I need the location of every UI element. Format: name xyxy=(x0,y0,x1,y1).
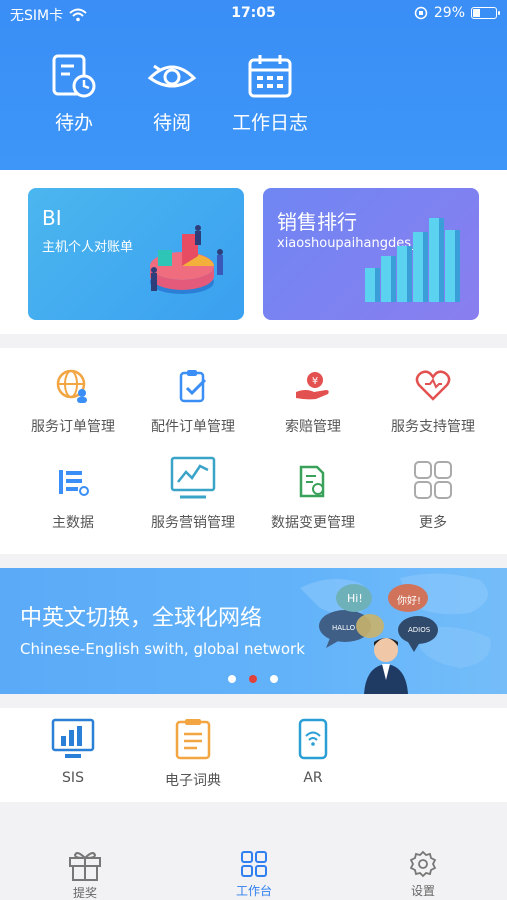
tool-row: SIS 电子词典 AR xyxy=(0,708,507,802)
grid-item-claims[interactable]: ¥ 索赔管理 xyxy=(250,366,376,436)
bar-chart-monitor-icon xyxy=(51,718,95,758)
tool-item-label: AR xyxy=(303,770,323,786)
world-map-illustration-icon xyxy=(300,573,491,694)
quick-action-worklog[interactable]: 工作日志 xyxy=(228,52,312,135)
quick-actions: 待办 待阅 工作日志 xyxy=(0,52,507,162)
calendar-icon xyxy=(248,55,292,98)
tab-label: 提奖 xyxy=(72,886,97,900)
todo-clock-icon xyxy=(52,54,96,98)
battery-icon xyxy=(471,7,500,19)
card-title: BI xyxy=(42,206,62,230)
grid-item-label: 主数据 xyxy=(52,515,94,531)
tool-item-sis[interactable]: SIS xyxy=(10,718,136,786)
status-bar: 无SIM卡 17:05 29% xyxy=(0,0,507,28)
globe-person-icon xyxy=(56,369,87,403)
quick-action-label: 工作日志 xyxy=(231,112,308,134)
gift-icon xyxy=(69,852,101,881)
grid-item-label: 服务营销管理 xyxy=(151,515,235,531)
grid-item-master-data[interactable]: 主数据 xyxy=(10,462,136,532)
grid-item-label: 服务支持管理 xyxy=(391,419,475,435)
grid-item-label: 更多 xyxy=(419,515,447,531)
grid-item-label: 数据变更管理 xyxy=(271,515,355,531)
tool-item-ar[interactable]: AR xyxy=(250,718,376,786)
quick-action-label: 待阅 xyxy=(152,112,191,134)
pie-chart-illustration-icon xyxy=(150,225,223,294)
header: 无SIM卡 17:05 29% 待办 待阅 工作日志 xyxy=(0,0,507,170)
heart-icon xyxy=(415,370,451,401)
tab-label: 设置 xyxy=(410,884,435,898)
carousel-dot-active[interactable] xyxy=(249,675,257,683)
banner-subtitle: Chinese-English swith, global network xyxy=(20,640,305,658)
grid-item-service-order[interactable]: 服务订单管理 xyxy=(10,366,136,436)
grid-icon xyxy=(241,851,267,877)
sales-ranking-card[interactable]: 销售排行 xiaoshoupaihangdes_C xyxy=(263,188,479,320)
quick-action-label: 待办 xyxy=(54,112,93,134)
tab-workbench[interactable]: 工作台 xyxy=(204,848,304,899)
bubble-text-hi: Hi! xyxy=(347,592,363,605)
bar-blocks-illustration-icon xyxy=(365,218,460,302)
gear-icon xyxy=(409,850,437,878)
hand-money-icon: ¥ xyxy=(296,372,329,400)
bottom-tab-bar: 提奖 工作台 设置 xyxy=(0,840,507,900)
list-gear-icon xyxy=(59,470,89,496)
report-cards: BI 主机个人对账单 销售排行 xiaoshoupaihangdes_C xyxy=(0,170,507,334)
clipboard-check-icon xyxy=(179,370,207,403)
grid-item-data-change[interactable]: 数据变更管理 xyxy=(250,462,376,532)
grid-item-service-support[interactable]: 服务支持管理 xyxy=(370,366,496,436)
tool-item-label: SIS xyxy=(62,770,84,786)
bi-card[interactable]: BI 主机个人对账单 xyxy=(28,188,244,320)
grid-item-label: 服务订单管理 xyxy=(31,419,115,435)
tab-label: 工作台 xyxy=(235,884,272,898)
promo-banner[interactable]: Hi! 你好! HALLO ADIOS 中英文切换，全球化网络 Chinese-… xyxy=(0,568,507,694)
tab-settings[interactable]: 设置 xyxy=(373,848,473,899)
grid-item-service-marketing[interactable]: 服务营销管理 xyxy=(130,454,256,532)
grid-item-parts-order[interactable]: 配件订单管理 xyxy=(130,366,256,436)
quick-action-read[interactable]: 待阅 xyxy=(142,52,202,135)
tool-item-label: 电子词典 xyxy=(165,773,221,789)
tab-reward[interactable]: 提奖 xyxy=(35,848,135,900)
eye-icon xyxy=(147,64,197,88)
grid-item-more[interactable]: 更多 xyxy=(370,458,496,532)
grid-item-label: 索赔管理 xyxy=(285,419,341,435)
chart-monitor-icon xyxy=(170,456,216,499)
phone-wifi-icon xyxy=(298,718,328,760)
carousel-dot[interactable] xyxy=(228,675,236,683)
banner-title: 中英文切换，全球化网络 xyxy=(20,606,263,631)
bubble-text-nihao: 你好! xyxy=(397,596,422,607)
tool-item-dictionary[interactable]: 电子词典 xyxy=(130,718,256,790)
bubble-text-adios: ADIOS xyxy=(408,626,431,634)
card-title: 销售排行 xyxy=(277,210,357,234)
document-refresh-icon xyxy=(299,465,325,498)
grid-more-icon xyxy=(414,461,452,499)
orientation-lock-icon xyxy=(414,6,428,20)
svg-text:¥: ¥ xyxy=(312,376,318,387)
carousel-dots xyxy=(228,675,278,683)
grid-item-label: 配件订单管理 xyxy=(151,419,235,435)
bubble-text-hallo: HALLO xyxy=(332,624,356,632)
notepad-icon xyxy=(175,719,211,760)
card-subtitle: 主机个人对账单 xyxy=(42,240,134,255)
battery-percent: 29% xyxy=(433,5,465,21)
quick-action-todo[interactable]: 待办 xyxy=(44,52,104,135)
function-grid: 服务订单管理 配件订单管理 ¥ 索赔管理 服务支持管理 主数据 服务营销管理 数… xyxy=(0,348,507,554)
carousel-dot[interactable] xyxy=(270,675,278,683)
